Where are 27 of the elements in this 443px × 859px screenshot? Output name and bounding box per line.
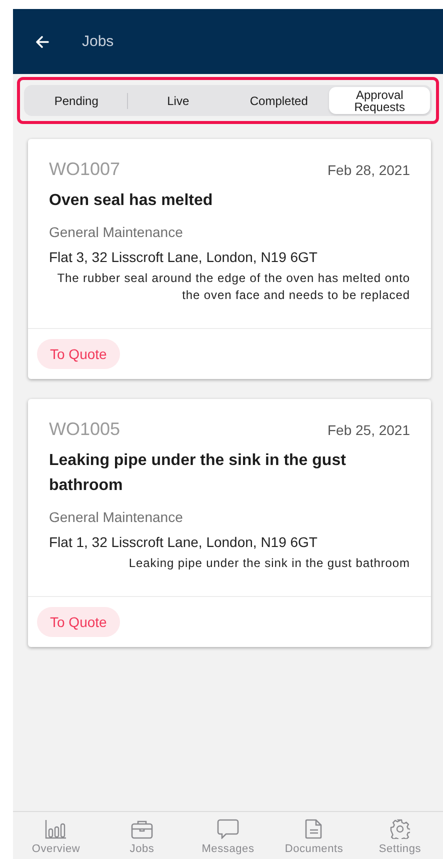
job-address: Flat 1, 32 Lisscroft Lane, London, N19 6GT (49, 534, 318, 550)
job-number: WO1007 (49, 159, 120, 180)
page-title: Jobs (82, 33, 114, 50)
job-category: General Maintenance (49, 509, 184, 525)
job-address: Flat 3, 32 Lisscroft Lane, London, N19 6GT (49, 249, 318, 265)
chat-bubble-icon (217, 819, 239, 839)
job-number: WO1005 (49, 419, 120, 440)
job-description: The rubber seal around the edge of the oven has melted onto the oven face and needs to be replaced (56, 270, 410, 304)
segment-tab[interactable]: Pending (26, 87, 127, 114)
status-chip: To Quote (37, 339, 120, 369)
status-chip: To Quote (37, 607, 120, 637)
job-card[interactable]: WO1005 Feb 25, 2021 Leaking pipe under the sink in the gust bathroom General Maintenance Flat 1, 32 Lisscroft Lane, London, N19 6GT Leaking pipe under the sink in the gust bathroom To Quote (28, 399, 431, 647)
bar-chart-icon (45, 819, 67, 839)
document-icon (305, 819, 323, 839)
job-category: General Maintenance (49, 224, 184, 240)
job-title: Leaking pipe under the sink in the gust bathroom (49, 451, 347, 496)
back-icon[interactable] (35, 34, 49, 48)
job-date: Feb 28, 2021 (327, 162, 410, 178)
job-title: Oven seal has melted (49, 191, 214, 211)
segment-tab[interactable]: Approval Requests (329, 87, 430, 114)
segment-tab[interactable]: Live (128, 87, 228, 114)
job-description: Leaking pipe under the sink in the gust bathroom (128, 555, 410, 572)
settings-icon (390, 819, 410, 839)
briefcase-icon (131, 819, 153, 839)
job-card[interactable] (28, 139, 431, 379)
job-date: Feb 25, 2021 (327, 422, 410, 438)
segment-tab[interactable]: Completed (228, 87, 330, 114)
